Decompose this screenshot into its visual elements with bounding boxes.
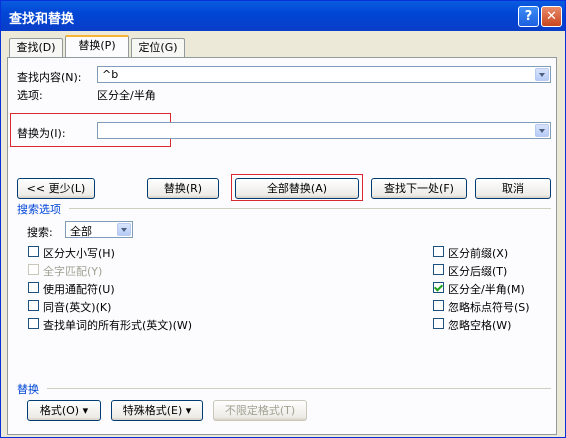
wildcards-checkbox[interactable] [28,282,39,293]
all-word-forms-label: 查找单词的所有形式(英文)(W) [43,319,193,332]
cancel-button[interactable]: 取消 [475,178,551,199]
special-button[interactable]: 特殊格式(E) ▾ [111,400,203,421]
replace-with-combo[interactable] [97,122,551,139]
window-title: 查找和替换 [9,12,75,27]
match-suffix-label: 区分后缀(T) [448,265,508,278]
replace-button[interactable]: 替换(R) [147,178,219,199]
whole-word-checkbox [28,264,39,275]
search-direction-dropdown-icon[interactable] [117,223,131,236]
close-button[interactable]: ✕ [541,6,562,27]
ignore-space-label: 忽略空格(W) [448,319,512,332]
match-case-label: 区分大小写(H) [43,247,115,260]
replace-with-label: 替换为(I): [17,127,66,140]
sounds-like-label: 同音(英文)(K) [43,301,112,314]
match-suffix-checkbox[interactable] [433,264,444,275]
title-bar[interactable]: 查找和替换 ? ✕ [1,1,565,31]
search-direction-combo[interactable]: 全部 [65,221,133,238]
no-formatting-button: 不限定格式(T) [213,400,307,421]
ignore-punctuation-label: 忽略标点符号(S) [448,301,530,314]
replace-group-header: 替换 [17,383,39,396]
sounds-like-checkbox[interactable] [28,300,39,311]
find-next-button[interactable]: 查找下一处(F) [371,178,467,199]
search-direction-value: 全部 [70,225,92,238]
match-prefix-label: 区分前缀(X) [448,247,509,260]
replace-all-button[interactable]: 全部替换(A) [235,178,359,199]
less-button[interactable]: << 更少(L) [17,178,95,199]
search-options-header: 搜索选项 [17,203,61,216]
match-width-label: 区分全/半角(M) [448,283,525,296]
match-width-checkbox[interactable] [433,282,444,293]
match-case-checkbox[interactable] [28,246,39,257]
options-label: 选项: [17,89,43,102]
tab-find[interactable]: 查找(D) [9,38,63,57]
replace-with-dropdown-icon[interactable] [535,124,549,137]
search-options-divider [69,208,551,209]
find-what-dropdown-icon[interactable] [535,68,549,81]
search-direction-label: 搜索: [27,226,53,239]
all-word-forms-checkbox[interactable] [28,318,39,329]
replace-group-divider [47,388,551,389]
help-button[interactable]: ? [518,6,539,27]
tab-goto[interactable]: 定位(G) [131,38,185,57]
find-what-value: ^b [102,68,119,81]
whole-word-label: 全字匹配(Y) [43,265,103,278]
find-what-combo[interactable]: ^b [97,66,551,83]
ignore-space-checkbox[interactable] [433,318,444,329]
wildcards-label: 使用通配符(U) [43,283,115,296]
options-value: 区分全/半角 [97,89,156,102]
find-what-label: 查找内容(N): [17,71,82,84]
tab-replace[interactable]: 替换(P) [65,35,129,58]
ignore-punctuation-checkbox[interactable] [433,300,444,311]
find-replace-dialog: 查找和替换 ? ✕ 查找(D) 替换(P) 定位(G) 查找内容(N): ^b … [0,0,566,438]
match-prefix-checkbox[interactable] [433,246,444,257]
format-button[interactable]: 格式(O) ▾ [27,400,101,421]
